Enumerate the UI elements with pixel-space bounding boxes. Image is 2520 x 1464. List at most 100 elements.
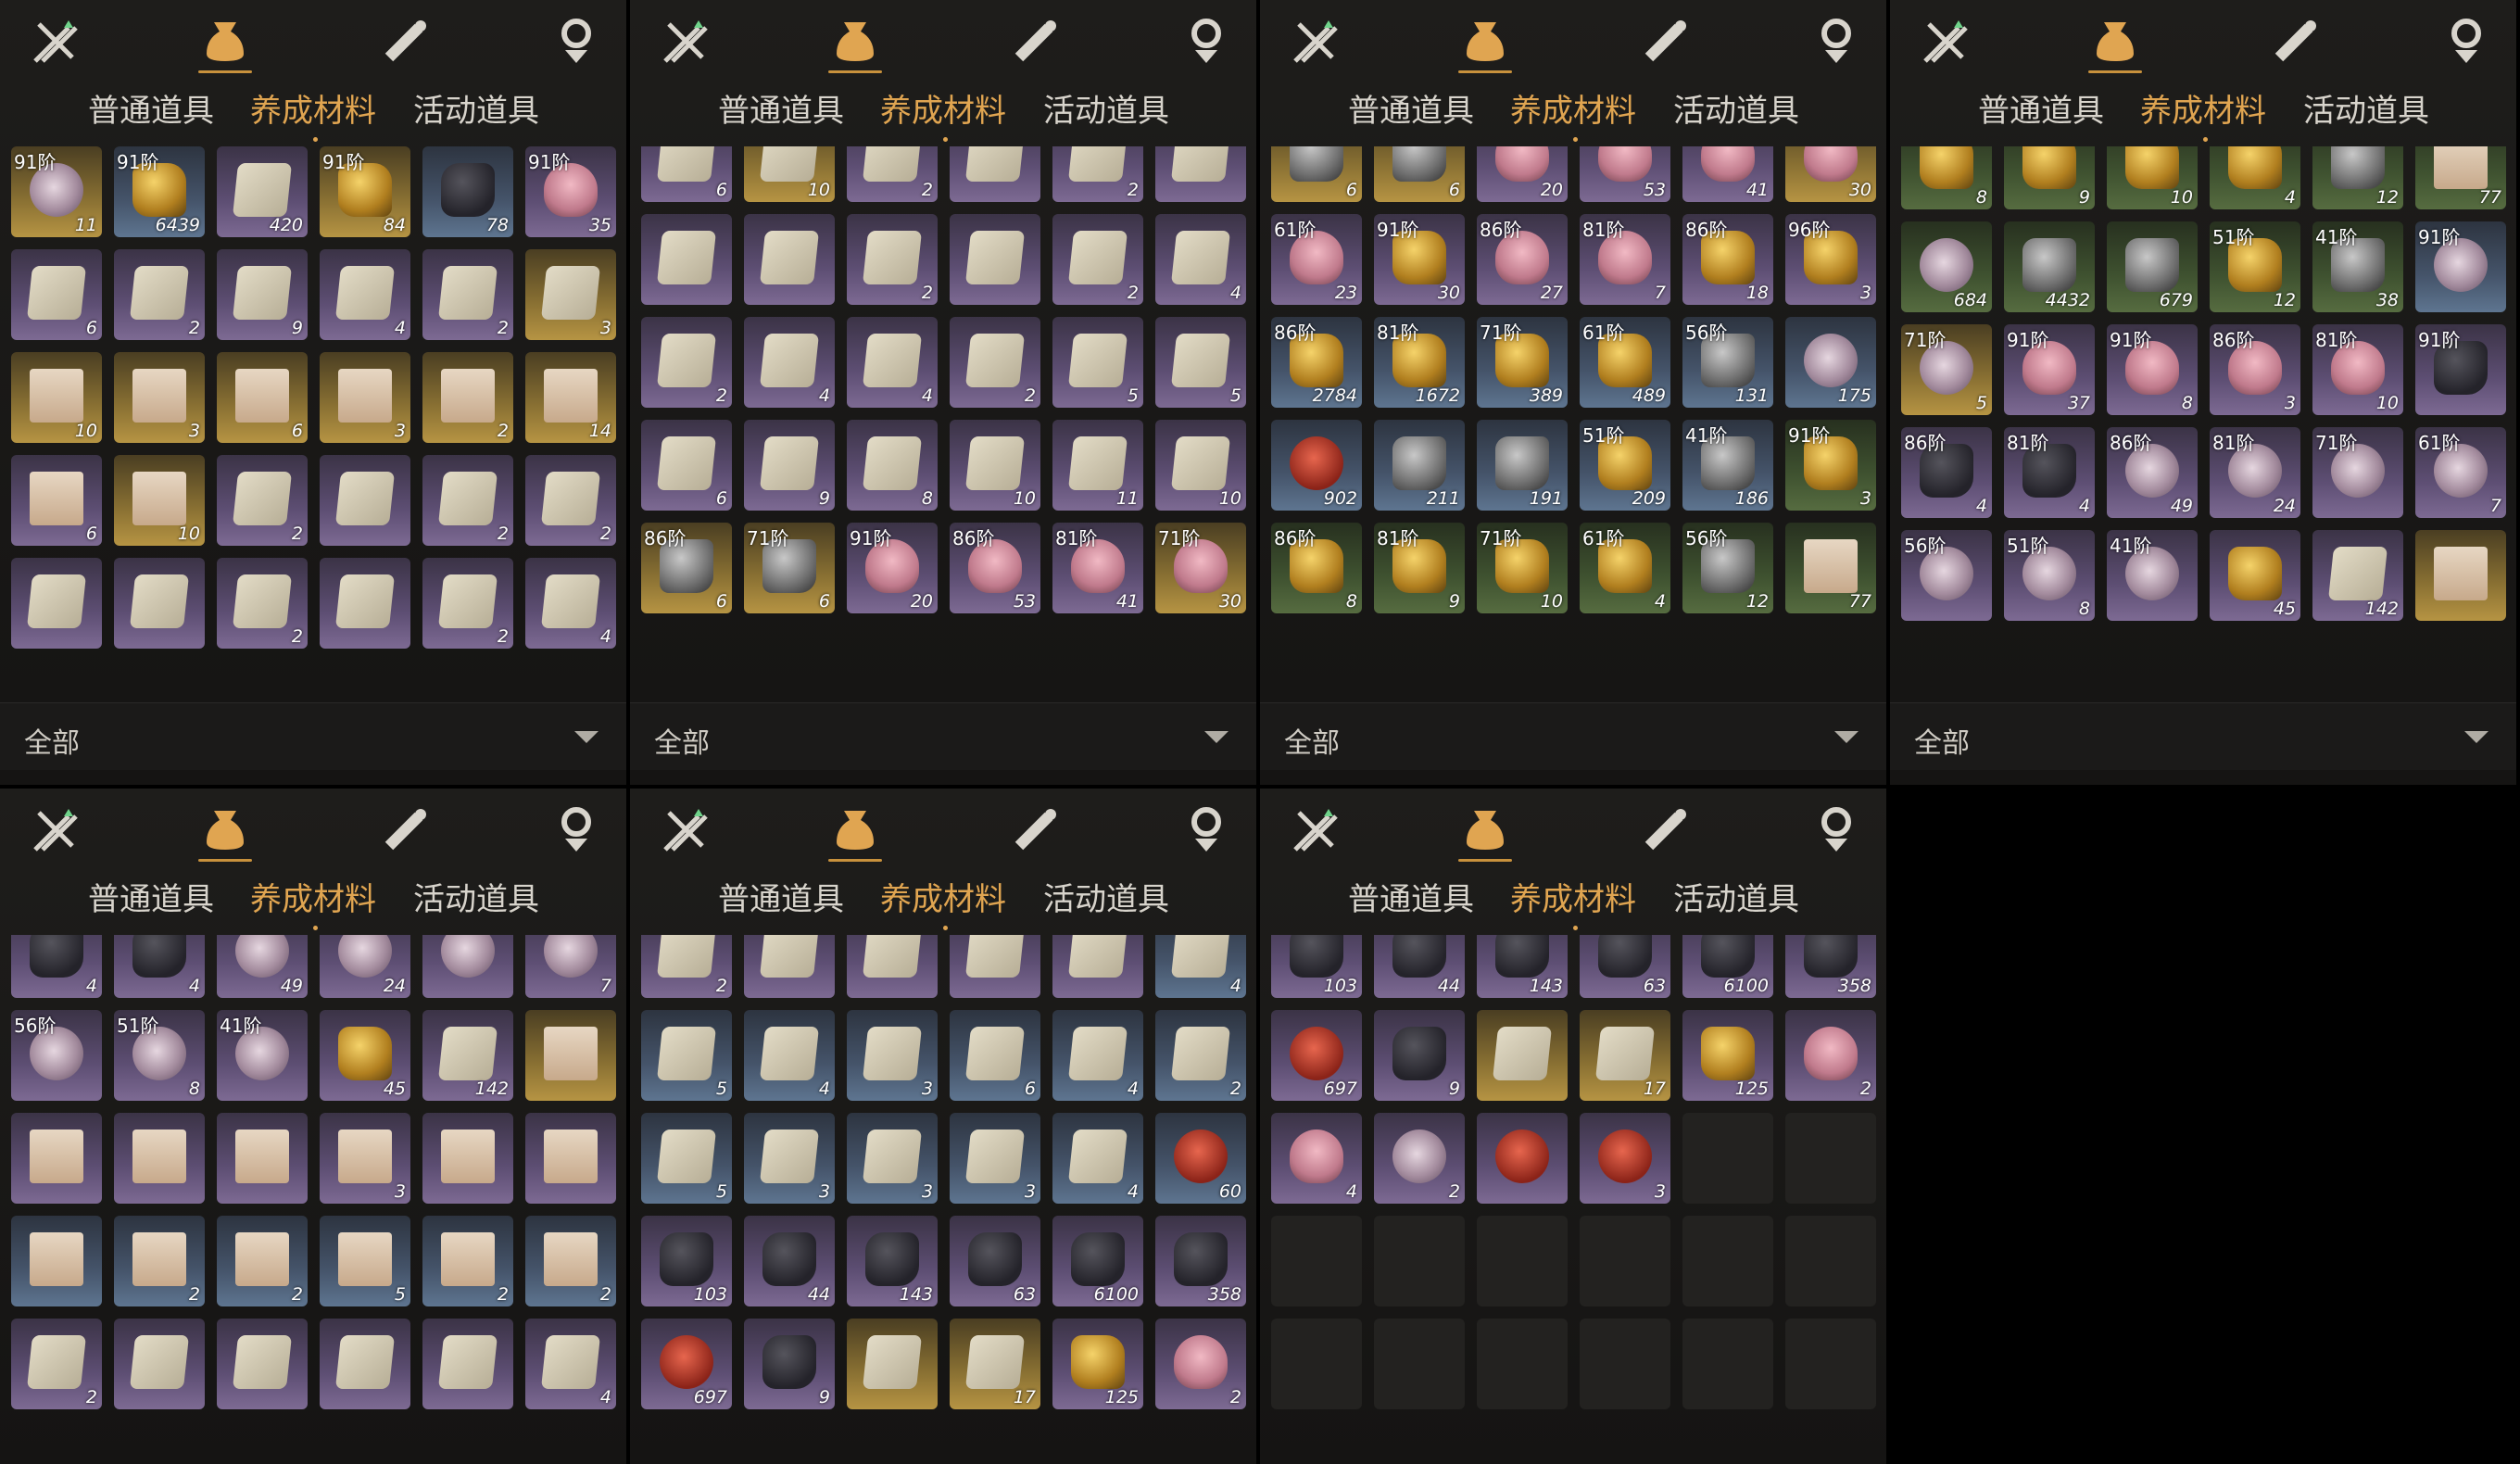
tab-upgrade-materials[interactable]: 养成材料 — [1510, 85, 1636, 137]
item-slot[interactable]: 3 — [114, 352, 205, 443]
empty-slot[interactable] — [1374, 1216, 1465, 1306]
item-slot[interactable]: 71阶 10 — [1477, 523, 1568, 613]
item-slot[interactable]: 6 — [641, 146, 732, 202]
item-slot[interactable]: 2 — [422, 455, 513, 546]
item-slot[interactable]: 6 — [11, 455, 102, 546]
tab-event-items[interactable]: 活动道具 — [413, 85, 539, 137]
gem-icon[interactable] — [2438, 13, 2494, 69]
item-slot[interactable]: 49 — [217, 935, 308, 998]
scroll-icon[interactable] — [1638, 13, 1694, 69]
tab-event-items[interactable]: 活动道具 — [2303, 85, 2429, 137]
item-slot[interactable]: 41阶 186 — [1682, 420, 1773, 511]
scroll-icon[interactable] — [1008, 801, 1064, 857]
item-slot[interactable]: 684 — [1901, 221, 1992, 312]
item-slot[interactable]: 77 — [2415, 146, 2506, 209]
empty-slot[interactable] — [1682, 1216, 1773, 1306]
item-slot[interactable]: 2 — [114, 249, 205, 340]
item-slot[interactable] — [422, 1319, 513, 1409]
item-slot[interactable]: 697 — [641, 1319, 732, 1409]
item-slot[interactable]: 125 — [1052, 1319, 1143, 1409]
item-slot[interactable]: 679 — [2107, 221, 2198, 312]
item-slot[interactable]: 81阶 41 — [1052, 523, 1143, 613]
weapon-icon[interactable] — [658, 801, 713, 857]
item-slot[interactable]: 61阶 4 — [1580, 523, 1670, 613]
item-slot[interactable]: 60 — [1155, 1113, 1246, 1204]
item-slot[interactable]: 91阶 84 — [320, 146, 410, 237]
item-slot[interactable]: 71阶 — [2312, 427, 2403, 518]
item-slot[interactable]: 20 — [1477, 146, 1568, 202]
item-slot[interactable]: 5 — [1052, 317, 1143, 408]
gem-icon[interactable] — [1808, 13, 1864, 69]
gem-icon[interactable] — [1808, 801, 1864, 857]
item-slot[interactable] — [744, 935, 835, 998]
item-slot[interactable]: 2 — [217, 558, 308, 649]
empty-slot[interactable] — [1580, 1216, 1670, 1306]
item-slot[interactable]: 2 — [641, 317, 732, 408]
item-slot[interactable]: 2 — [1374, 1113, 1465, 1204]
item-slot[interactable]: 2 — [422, 249, 513, 340]
item-slot[interactable] — [11, 558, 102, 649]
item-slot[interactable]: 44 — [1374, 935, 1465, 998]
item-slot[interactable]: 3 — [847, 1113, 938, 1204]
item-slot[interactable]: 91阶 6439 — [114, 146, 205, 237]
item-slot[interactable]: 41阶 38 — [2312, 221, 2403, 312]
item-slot[interactable] — [950, 935, 1040, 998]
item-slot[interactable]: 63 — [1580, 935, 1670, 998]
item-slot[interactable]: 10 — [114, 455, 205, 546]
item-slot[interactable] — [2415, 530, 2506, 621]
item-slot[interactable]: 420 — [217, 146, 308, 237]
item-slot[interactable]: 10 — [950, 420, 1040, 511]
item-slot[interactable]: 4 — [847, 317, 938, 408]
weapon-icon[interactable] — [1288, 13, 1343, 69]
item-slot[interactable]: 3 — [847, 1010, 938, 1101]
item-slot[interactable]: 4 — [744, 1010, 835, 1101]
item-slot[interactable]: 2 — [525, 1216, 616, 1306]
item-slot[interactable]: 4 — [1155, 214, 1246, 305]
item-slot[interactable]: 4 — [525, 558, 616, 649]
item-slot[interactable]: 86阶 49 — [2107, 427, 2198, 518]
filter-dropdown[interactable]: 全部 — [0, 702, 626, 770]
item-slot[interactable]: 143 — [847, 1216, 938, 1306]
item-slot[interactable]: 5 — [320, 1216, 410, 1306]
bag-icon[interactable] — [1457, 13, 1513, 69]
item-slot[interactable]: 56阶 — [11, 1010, 102, 1101]
item-slot[interactable]: 56阶 12 — [1682, 523, 1773, 613]
item-slot[interactable]: 4 — [1271, 1113, 1362, 1204]
weapon-icon[interactable] — [1918, 13, 1973, 69]
tab-upgrade-materials[interactable]: 养成材料 — [250, 85, 376, 137]
empty-slot[interactable] — [1785, 1319, 1876, 1409]
item-slot[interactable]: 697 — [1271, 1010, 1362, 1101]
item-slot[interactable]: 17 — [950, 1319, 1040, 1409]
bag-icon[interactable] — [2087, 13, 2143, 69]
item-slot[interactable]: 6 — [641, 420, 732, 511]
tab-normal-items[interactable]: 普通道具 — [1348, 85, 1474, 137]
item-slot[interactable]: 2 — [950, 317, 1040, 408]
item-slot[interactable] — [320, 558, 410, 649]
item-slot[interactable]: 3 — [525, 249, 616, 340]
tab-normal-items[interactable]: 普通道具 — [1978, 85, 2104, 137]
item-slot[interactable]: 91阶 30 — [1374, 214, 1465, 305]
item-slot[interactable]: 6 — [950, 1010, 1040, 1101]
item-slot[interactable]: 86阶 4 — [1901, 427, 1992, 518]
item-slot[interactable] — [11, 1216, 102, 1306]
item-slot[interactable] — [320, 455, 410, 546]
empty-slot[interactable] — [1271, 1319, 1362, 1409]
item-slot[interactable]: 56阶 — [1901, 530, 1992, 621]
item-slot[interactable]: 4 — [744, 317, 835, 408]
item-slot[interactable]: 30 — [1785, 146, 1876, 202]
item-slot[interactable]: 2 — [641, 935, 732, 998]
item-slot[interactable]: 4 — [525, 1319, 616, 1409]
gem-icon[interactable] — [548, 801, 604, 857]
item-slot[interactable]: 91阶 — [2415, 324, 2506, 415]
item-slot[interactable]: 2 — [847, 146, 938, 202]
item-slot[interactable]: 77 — [1785, 523, 1876, 613]
empty-slot[interactable] — [1477, 1216, 1568, 1306]
item-slot[interactable]: 4 — [1052, 1010, 1143, 1101]
item-slot[interactable] — [950, 214, 1040, 305]
item-slot[interactable]: 96阶 3 — [1785, 214, 1876, 305]
item-slot[interactable]: 4 — [11, 935, 102, 998]
item-slot[interactable]: 17 — [1580, 1010, 1670, 1101]
item-slot[interactable]: 2 — [422, 1216, 513, 1306]
item-slot[interactable] — [217, 1113, 308, 1204]
tab-event-items[interactable]: 活动道具 — [1673, 874, 1799, 926]
